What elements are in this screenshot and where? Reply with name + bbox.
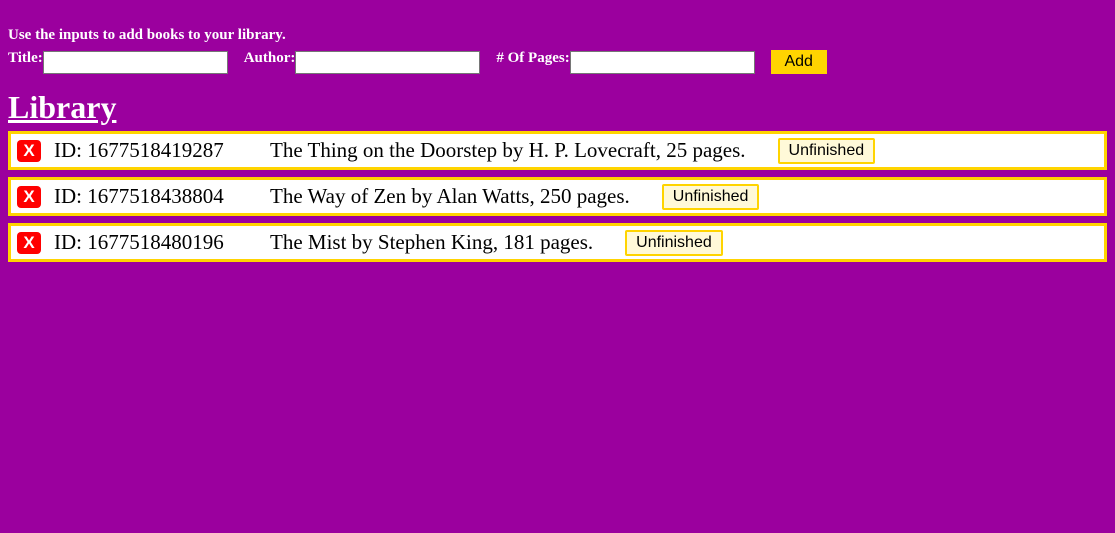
book-description: The Way of Zen by Alan Watts, 250 pages. xyxy=(270,184,630,208)
delete-book-button[interactable]: X xyxy=(17,231,41,254)
add-button[interactable]: Add xyxy=(770,50,827,74)
book-id: ID: 1677518480196 xyxy=(54,230,224,254)
book-row: X ID: 1677518480196 The Mist by Stephen … xyxy=(8,223,1107,262)
status-toggle-button[interactable]: Unfinished xyxy=(661,183,760,210)
book-id: ID: 1677518419287 xyxy=(54,138,224,162)
title-label: Title: xyxy=(8,50,43,66)
book-description: The Mist by Stephen King, 181 pages. xyxy=(270,230,594,254)
book-description: The Thing on the Doorstep by H. P. Lovec… xyxy=(270,138,746,162)
pages-input[interactable] xyxy=(569,51,755,74)
title-input[interactable] xyxy=(42,51,228,74)
delete-book-button[interactable]: X xyxy=(17,139,41,162)
book-row: X ID: 1677518438804 The Way of Zen by Al… xyxy=(8,177,1107,216)
library-heading: Library xyxy=(8,89,117,125)
status-toggle-button[interactable]: Unfinished xyxy=(625,229,723,256)
page: Use the inputs to add books to your libr… xyxy=(0,0,1115,533)
book-list: X ID: 1677518419287 The Thing on the Doo… xyxy=(8,131,1107,269)
author-input[interactable] xyxy=(295,51,481,74)
book-row: X ID: 1677518419287 The Thing on the Doo… xyxy=(8,131,1107,170)
delete-book-button[interactable]: X xyxy=(17,185,41,208)
instructions-text: Use the inputs to add books to your libr… xyxy=(8,27,286,43)
book-id: ID: 1677518438804 xyxy=(54,184,224,208)
author-label: Author: xyxy=(243,50,296,66)
pages-label: # Of Pages: xyxy=(496,50,570,66)
add-book-form: Title: Author: # Of Pages: Add xyxy=(8,50,827,74)
status-toggle-button[interactable]: Unfinished xyxy=(777,137,876,164)
